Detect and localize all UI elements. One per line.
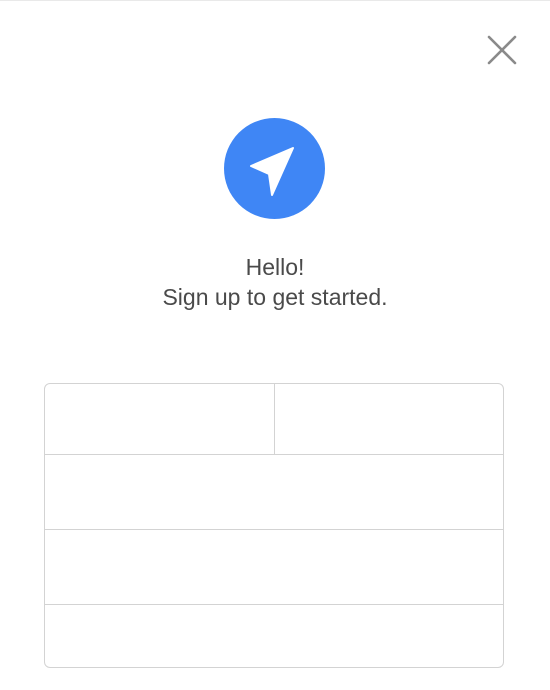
greeting-subtitle: Sign up to get started. (162, 284, 388, 310)
email-field[interactable] (45, 455, 503, 529)
form-row (45, 384, 503, 455)
greeting-hello: Hello! (245, 254, 305, 280)
password-field[interactable] (45, 605, 503, 667)
greeting-text: Hello! Sign up to get started. (0, 252, 550, 312)
form-row (45, 455, 503, 530)
form-row (45, 605, 503, 667)
form-row (45, 530, 503, 605)
first-name-field[interactable] (45, 384, 275, 454)
location-arrow-icon (250, 147, 294, 196)
app-logo (224, 118, 325, 219)
last-name-field[interactable] (275, 384, 503, 454)
top-divider (0, 0, 550, 1)
close-icon (487, 35, 517, 65)
close-button[interactable] (482, 30, 522, 70)
username-field[interactable] (45, 530, 503, 604)
signup-form (44, 383, 504, 668)
